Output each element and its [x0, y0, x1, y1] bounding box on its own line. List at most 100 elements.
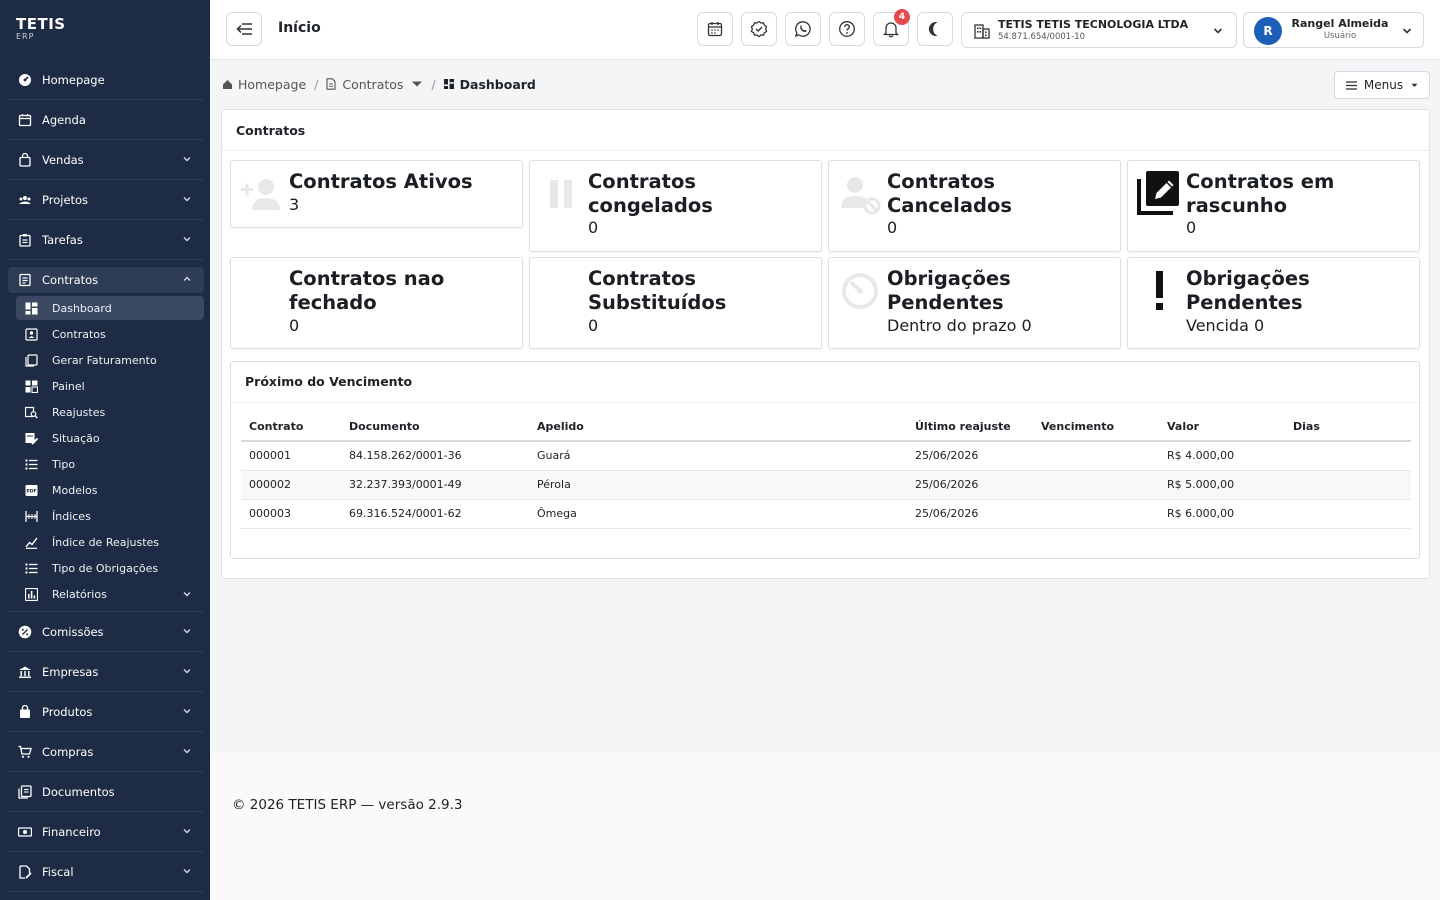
sidebar-item-documentos[interactable]: Documentos	[8, 779, 204, 805]
table-row[interactable]: 000001 84.158.262/0001-36 Guará 25/06/20…	[241, 441, 1411, 471]
breadcrumb-home[interactable]: Homepage	[222, 77, 306, 92]
dashboard-icon	[443, 79, 454, 89]
sidebar-subitem-tipo-obrigacoes[interactable]: Tipo de Obrigações	[16, 556, 204, 580]
stat-card-obrigacoes-vencida[interactable]: Obrigações Pendentes Vencida 0	[1127, 257, 1420, 349]
sidebar-item-projetos[interactable]: Projetos	[8, 187, 204, 213]
user-menu[interactable]: R Rangel Almeida Usuário	[1243, 12, 1424, 48]
divider	[8, 771, 204, 772]
sidebar-item-fiscal[interactable]: Fiscal	[8, 859, 204, 885]
hamburger-icon	[1345, 80, 1357, 90]
menu-collapse-icon	[236, 23, 252, 35]
documents-icon	[25, 353, 38, 367]
sidebar-subitem-modelos[interactable]: PDF Modelos	[16, 478, 204, 502]
divider	[8, 179, 204, 180]
cell-contrato: 000003	[241, 499, 341, 529]
chevron-down-icon	[1401, 25, 1413, 37]
sidebar-subitem-situacao[interactable]: Situação	[16, 426, 204, 450]
home-icon	[222, 79, 233, 90]
table-row[interactable]: 000003 69.316.524/0001-62 Ômega 25/06/20…	[241, 499, 1411, 529]
trend-up-icon	[25, 536, 38, 549]
company-selector[interactable]: TETIS TETIS TECNOLOGIA LTDA 54.871.654/0…	[961, 12, 1237, 48]
sidebar: TETIS ERP Homepage Agenda Vendas Projeto…	[0, 0, 210, 900]
panel-title: Contratos	[236, 123, 306, 138]
cell-apelido: Ômega	[529, 499, 907, 529]
stat-card-nao-fechado[interactable]: Contratos nao fechado 0	[230, 257, 523, 349]
divider	[222, 150, 1429, 151]
sidebar-item-label: Financeiro	[42, 825, 101, 839]
table-row[interactable]: 000002 32.237.393/0001-49 Pérola 25/06/2…	[241, 470, 1411, 500]
whatsapp-button[interactable]	[785, 12, 821, 46]
sidebar-subitem-label: Gerar Faturamento	[52, 353, 157, 367]
tasks-check-button[interactable]	[741, 12, 777, 46]
avatar: R	[1254, 17, 1282, 45]
sidebar-item-label: Tarefas	[42, 233, 83, 247]
sidebar-item-empresas[interactable]: Empresas	[8, 659, 204, 685]
sidebar-subitem-reajustes[interactable]: Reajustes	[16, 400, 204, 424]
sidebar-item-homepage[interactable]: Homepage	[8, 67, 204, 93]
sidebar-subitem-indice-reajustes[interactable]: Índice de Reajustes	[16, 530, 204, 554]
stat-card-obrigacoes-dentro-prazo[interactable]: Obrigações Pendentes Dentro do prazo 0	[828, 257, 1121, 349]
divider	[8, 851, 204, 852]
bar-chart-icon	[25, 587, 38, 601]
stat-card-cancelados[interactable]: Contratos Cancelados 0	[828, 160, 1121, 252]
cell-contrato: 000001	[241, 441, 341, 471]
stat-card-value: 0	[887, 218, 898, 237]
column-header-ultimo-reajuste[interactable]: Último reajuste	[907, 412, 1033, 442]
cell-contrato: 000002	[241, 470, 341, 500]
sidebar-item-comissoes[interactable]: Comissões	[8, 619, 204, 645]
sidebar-subitem-tipo[interactable]: Tipo	[16, 452, 204, 476]
menus-dropdown-button[interactable]: Menus	[1334, 71, 1430, 99]
column-header-contrato[interactable]: Contrato	[241, 412, 341, 442]
sidebar-item-vendas[interactable]: Vendas	[8, 147, 204, 173]
clipboard-icon	[18, 233, 32, 247]
chevron-up-icon	[182, 274, 192, 284]
pdf-icon: PDF	[25, 484, 38, 497]
column-header-apelido[interactable]: Apelido	[529, 412, 907, 442]
sidebar-subitem-contratos[interactable]: Contratos	[16, 322, 204, 346]
sidebar-subitem-painel[interactable]: Painel	[16, 374, 204, 398]
user-role: Usuário	[1323, 31, 1357, 41]
stat-card-congelados[interactable]: Contratos congelados 0	[529, 160, 822, 252]
column-header-documento[interactable]: Documento	[341, 412, 529, 442]
breadcrumb-contratos[interactable]: Contratos	[326, 77, 423, 92]
divider	[8, 811, 204, 812]
stat-card-substituidos[interactable]: Contratos Substituídos 0	[529, 257, 822, 349]
user-name: Rangel Almeida	[1291, 17, 1389, 30]
stat-card-ativos[interactable]: Contratos Ativos 3	[230, 160, 523, 228]
sidebar-item-produtos[interactable]: Produtos	[8, 699, 204, 725]
toggle-sidebar-button[interactable]	[226, 12, 262, 46]
sidebar-subitem-dashboard[interactable]: Dashboard	[16, 296, 204, 320]
dashboard-icon	[25, 302, 38, 315]
column-header-vencimento[interactable]: Vencimento	[1033, 412, 1159, 442]
calendar-button[interactable]	[697, 12, 733, 46]
sidebar-item-financeiro[interactable]: Financeiro	[8, 819, 204, 845]
contact-card-icon	[25, 327, 38, 341]
column-header-dias[interactable]: Dias	[1285, 412, 1411, 442]
sidebar-item-contratos[interactable]: Contratos	[8, 267, 204, 293]
company-cnpj: 54.871.654/0001-10	[998, 32, 1086, 42]
sidebar-item-agenda[interactable]: Agenda	[8, 107, 204, 133]
sidebar-item-compras[interactable]: Compras	[8, 739, 204, 765]
breadcrumb-home-label: Homepage	[238, 76, 307, 92]
column-header-valor[interactable]: Valor	[1159, 412, 1285, 442]
sidebar-item-tarefas[interactable]: Tarefas	[8, 227, 204, 253]
chevron-down-icon	[182, 154, 192, 164]
cell-vencimento	[1033, 499, 1159, 529]
sidebar-subitem-gerar-faturamento[interactable]: Gerar Faturamento	[16, 348, 204, 372]
pause-icon	[538, 171, 584, 217]
divider	[8, 219, 204, 220]
stat-card-value: 0	[588, 316, 599, 335]
theme-toggle-button[interactable]	[917, 12, 953, 46]
cell-dias	[1285, 470, 1411, 500]
cell-ultimo-reajuste: 25/06/2026	[907, 470, 1033, 500]
timer-icon	[837, 268, 883, 314]
sidebar-subitem-label: Tipo	[52, 457, 76, 471]
cell-documento: 84.158.262/0001-36	[341, 441, 529, 471]
brand-logo[interactable]: TETIS ERP	[16, 16, 66, 41]
stat-card-rascunho[interactable]: Contratos em rascunho 0	[1127, 160, 1420, 252]
sidebar-subitem-relatorios[interactable]: Relatórios	[16, 582, 204, 606]
sidebar-subitem-indices[interactable]: Índices	[16, 504, 204, 528]
help-button[interactable]	[829, 12, 865, 46]
notifications-button[interactable]: 4	[873, 9, 910, 46]
sidebar-item-label: Compras	[42, 745, 94, 759]
